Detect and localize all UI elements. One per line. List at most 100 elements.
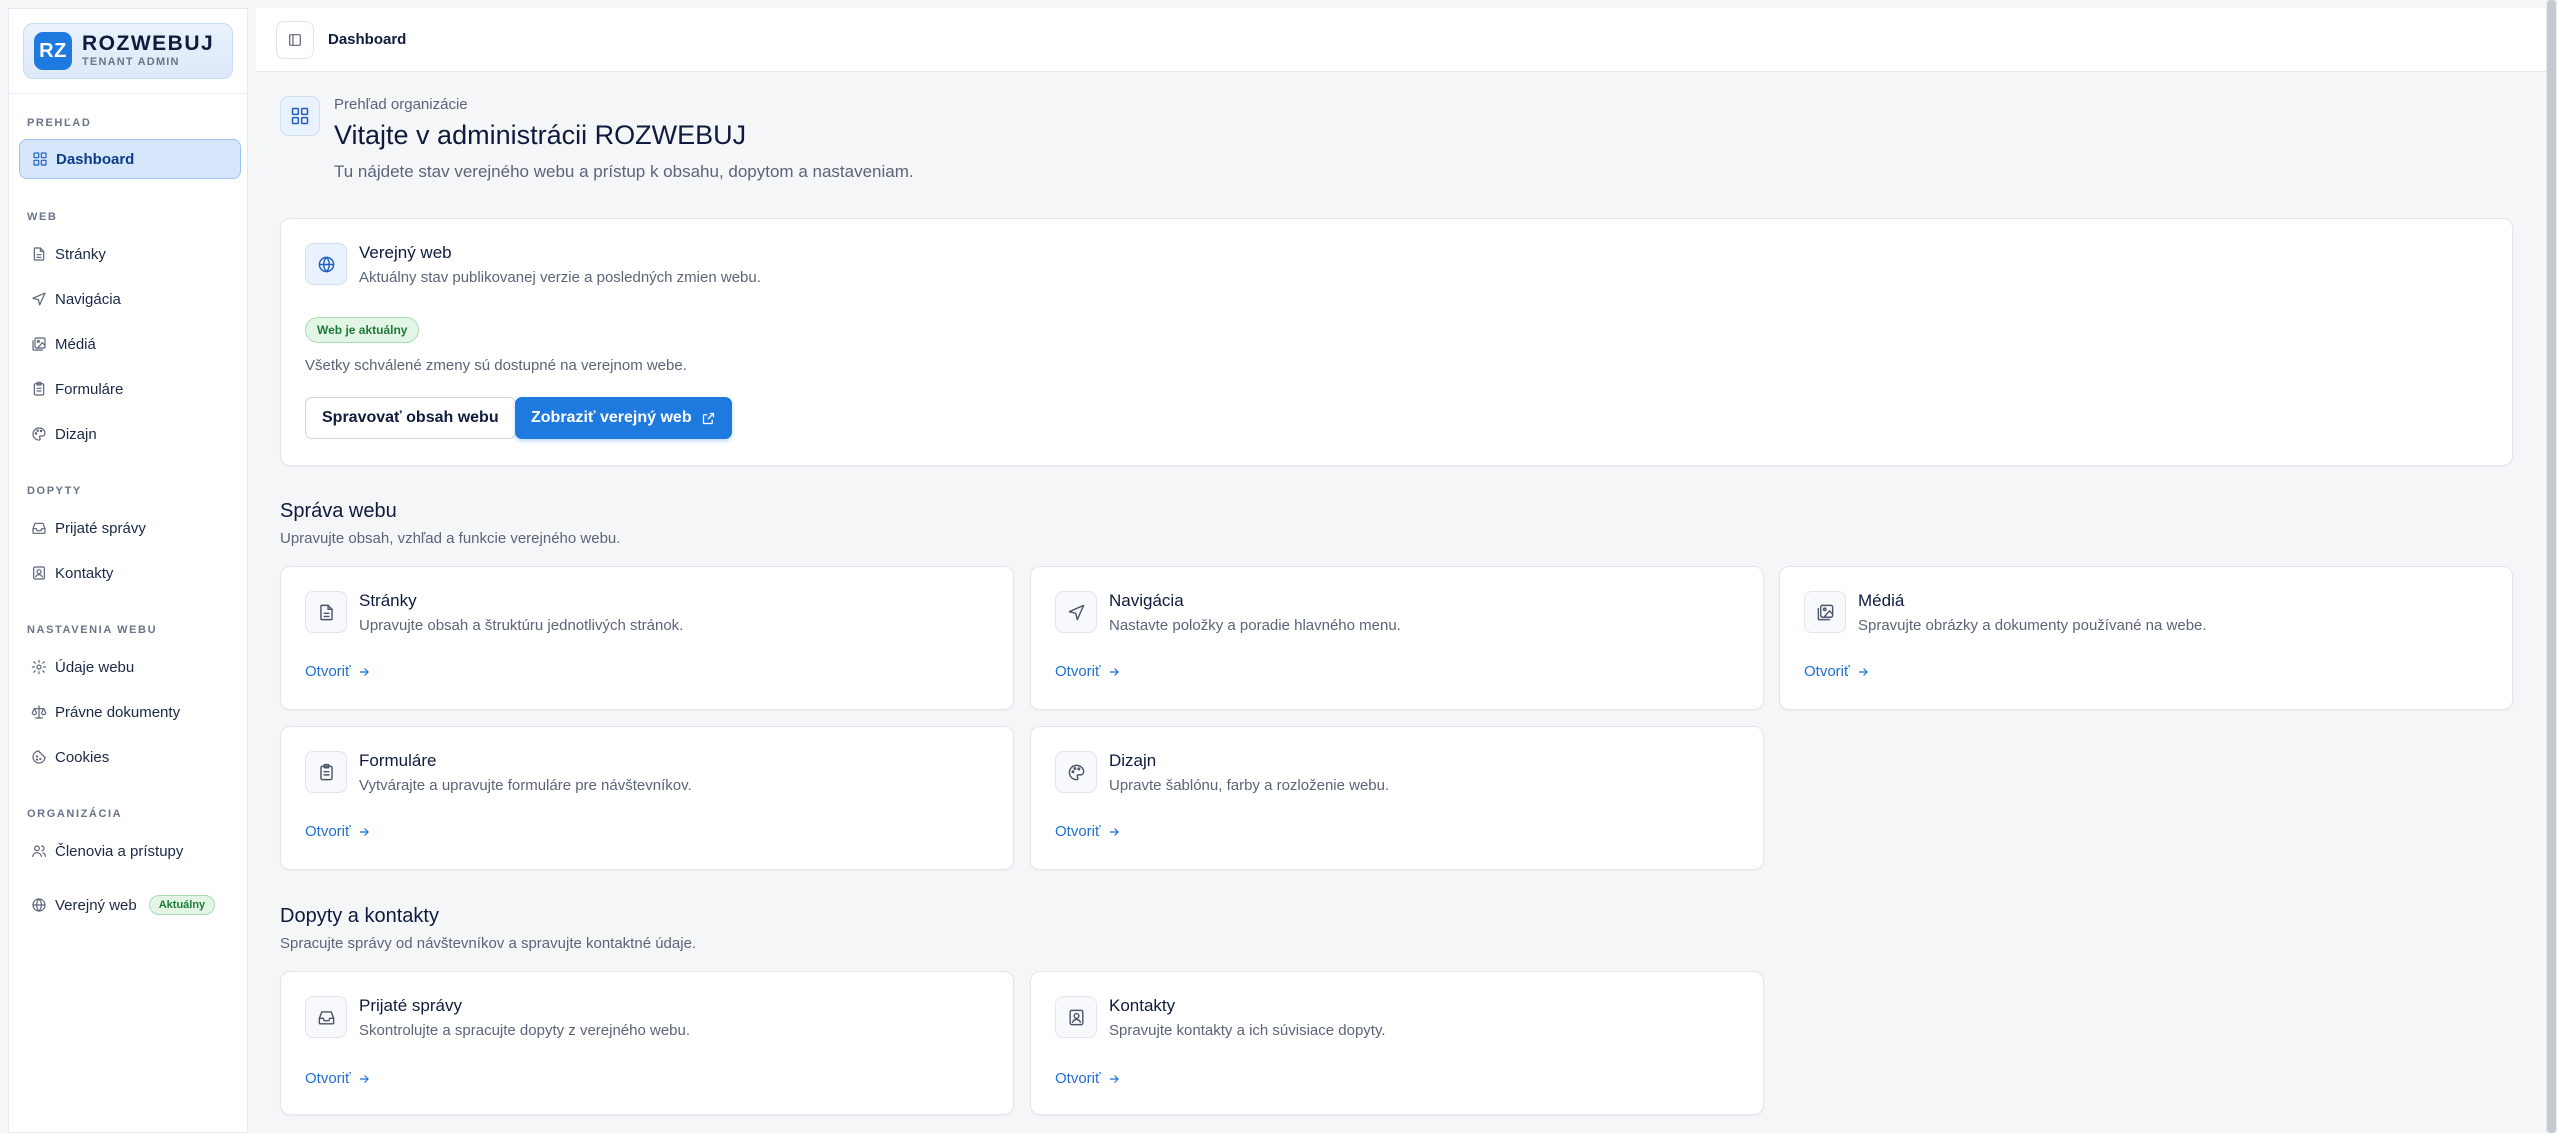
sidebar: RZ ROZWEBUJ TENANT ADMIN PREHĽAD Dashboa… [8, 8, 248, 1133]
sidebar-item-cookies[interactable]: Cookies [19, 737, 241, 777]
brand-switcher[interactable]: RZ ROZWEBUJ TENANT ADMIN [23, 23, 233, 79]
sidebar-item-media[interactable]: Médiá [19, 324, 241, 364]
section-subtitle-web: Upravujte obsah, vzhľad a funkcie verejn… [280, 530, 621, 547]
sidebar-item-messages[interactable]: Prijaté správy [19, 508, 241, 548]
card-title: Navigácia [1109, 591, 1184, 610]
open-link[interactable]: Otvoriť [1055, 823, 1121, 840]
card-design[interactable]: Dizajn Upravte šablónu, farby a rozložen… [1030, 726, 1764, 870]
open-link[interactable]: Otvoriť [305, 823, 371, 840]
sidebar-item-pages[interactable]: Stránky [19, 234, 241, 274]
card-pages[interactable]: Stránky Upravujte obsah a štruktúru jedn… [280, 566, 1014, 710]
sidebar-item-label: Dashboard [56, 150, 135, 168]
card-description: Spravujte obrázky a dokumenty používané … [1858, 617, 2207, 634]
open-link[interactable]: Otvoriť [1804, 663, 1870, 680]
sidebar-toggle-icon [289, 33, 301, 46]
palette-icon [1055, 751, 1097, 793]
sidebar-item-public-web[interactable]: Verejný web Aktuálny [19, 885, 241, 925]
open-link-label: Otvoriť [305, 1070, 351, 1087]
group-label-organization: ORGANIZÁCIA [27, 808, 123, 820]
arrow-right-icon [359, 1074, 369, 1083]
sidebar-item-legal[interactable]: Právne dokumenty [19, 692, 241, 732]
contact-icon [29, 560, 49, 586]
card-description: Spravujte kontakty a ich súvisiace dopyt… [1109, 1022, 1386, 1039]
contact-icon [1055, 996, 1097, 1038]
status-badge: Aktuálny [148, 895, 216, 915]
sidebar-item-label: Stránky [55, 245, 106, 263]
sidebar-item-design[interactable]: Dizajn [19, 414, 241, 454]
sidebar-item-site-data[interactable]: Údaje webu [19, 647, 241, 687]
cookie-icon [29, 744, 49, 770]
group-label-inquiries: DOPYTY [27, 485, 82, 497]
sidebar-item-contacts[interactable]: Kontakty [19, 553, 241, 593]
card-title: Kontakty [1109, 996, 1176, 1015]
gear-icon [29, 654, 49, 680]
card-description: Upravte šablónu, farby a rozloženie webu… [1109, 777, 1390, 794]
sidebar-item-navigation[interactable]: Navigácia [19, 279, 241, 319]
card-forms[interactable]: Formuláre Vytvárajte a upravujte formulá… [280, 726, 1014, 870]
sidebar-item-label: Kontakty [55, 564, 114, 582]
images-icon [29, 331, 49, 357]
card-media[interactable]: Médiá Spravujte obrázky a dokumenty použ… [1779, 566, 2513, 710]
users-icon [29, 838, 49, 864]
public-web-card: Verejný web Aktuálny stav publikovanej v… [280, 218, 2513, 466]
sidebar-item-label: Prijaté správy [55, 519, 146, 537]
arrow-right-icon [359, 667, 369, 676]
group-label-overview: PREHĽAD [27, 117, 92, 129]
sidebar-item-forms[interactable]: Formuláre [19, 369, 241, 409]
open-link-label: Otvoriť [1055, 663, 1101, 680]
sidebar-toggle-button[interactable] [276, 20, 314, 59]
card-title: Stránky [359, 591, 417, 610]
sidebar-item-label: Navigácia [55, 290, 121, 308]
navigation-icon [1055, 591, 1097, 633]
card-title: Verejný web [359, 243, 452, 262]
card-contacts[interactable]: Kontakty Spravujte kontakty a ich súvisi… [1030, 971, 1764, 1115]
sidebar-item-members[interactable]: Členovia a prístupy [19, 831, 241, 871]
scrollbar-thumb[interactable] [2547, 0, 2556, 1133]
file-icon [305, 591, 347, 633]
card-title: Prijaté správy [359, 996, 462, 1015]
card-navigation[interactable]: Navigácia Nastavte položky a poradie hla… [1030, 566, 1764, 710]
navigation-icon [29, 286, 49, 312]
open-link-label: Otvoriť [1804, 663, 1850, 680]
status-badge: Web je aktuálny [305, 317, 420, 343]
arrow-right-icon [1109, 827, 1119, 836]
external-link-icon [702, 412, 714, 424]
card-description: Aktuálny stav publikovanej verzie a posl… [359, 269, 761, 286]
palette-icon [29, 421, 49, 447]
open-link[interactable]: Otvoriť [305, 663, 371, 680]
file-icon [29, 241, 49, 267]
clipboard-icon [305, 751, 347, 793]
sidebar-item-label: Médiá [55, 335, 96, 353]
dashboard-grid-icon [280, 96, 320, 136]
clipboard-icon [29, 376, 49, 402]
arrow-right-icon [359, 827, 369, 836]
manage-content-button[interactable]: Spravovať obsah webu [305, 397, 516, 439]
view-public-web-button[interactable]: Zobraziť verejný web [515, 397, 732, 439]
card-title: Formuláre [359, 751, 437, 770]
section-title-web: Správa webu [280, 500, 397, 522]
card-title: Dizajn [1109, 751, 1157, 770]
open-link-label: Otvoriť [1055, 823, 1101, 840]
open-link-label: Otvoriť [305, 823, 351, 840]
page-subtitle: Tu nájdete stav verejného webu a prístup… [334, 162, 914, 181]
dashboard-grid-icon [30, 146, 50, 172]
page-eyebrow: Prehľad organizácie [334, 96, 468, 113]
sidebar-item-label: Verejný web [55, 896, 137, 914]
open-link[interactable]: Otvoriť [1055, 1070, 1121, 1087]
section-title-inquiries: Dopyty a kontakty [280, 905, 439, 927]
open-link-label: Otvoriť [1055, 1070, 1101, 1087]
arrow-right-icon [1858, 667, 1868, 676]
sidebar-item-label: Členovia a prístupy [55, 842, 184, 860]
scale-icon [29, 699, 49, 725]
open-link-label: Otvoriť [305, 663, 351, 680]
images-icon [1804, 591, 1846, 633]
open-link[interactable]: Otvoriť [305, 1070, 371, 1087]
card-messages[interactable]: Prijaté správy Skontrolujte a spracujte … [280, 971, 1014, 1115]
sidebar-item-label: Dizajn [55, 425, 97, 443]
globe-icon [29, 892, 49, 918]
brand-logo: RZ [34, 32, 72, 70]
open-link[interactable]: Otvoriť [1055, 663, 1121, 680]
sidebar-item-dashboard[interactable]: Dashboard [19, 139, 241, 179]
topbar: Dashboard [256, 8, 2546, 72]
inbox-icon [29, 515, 49, 541]
